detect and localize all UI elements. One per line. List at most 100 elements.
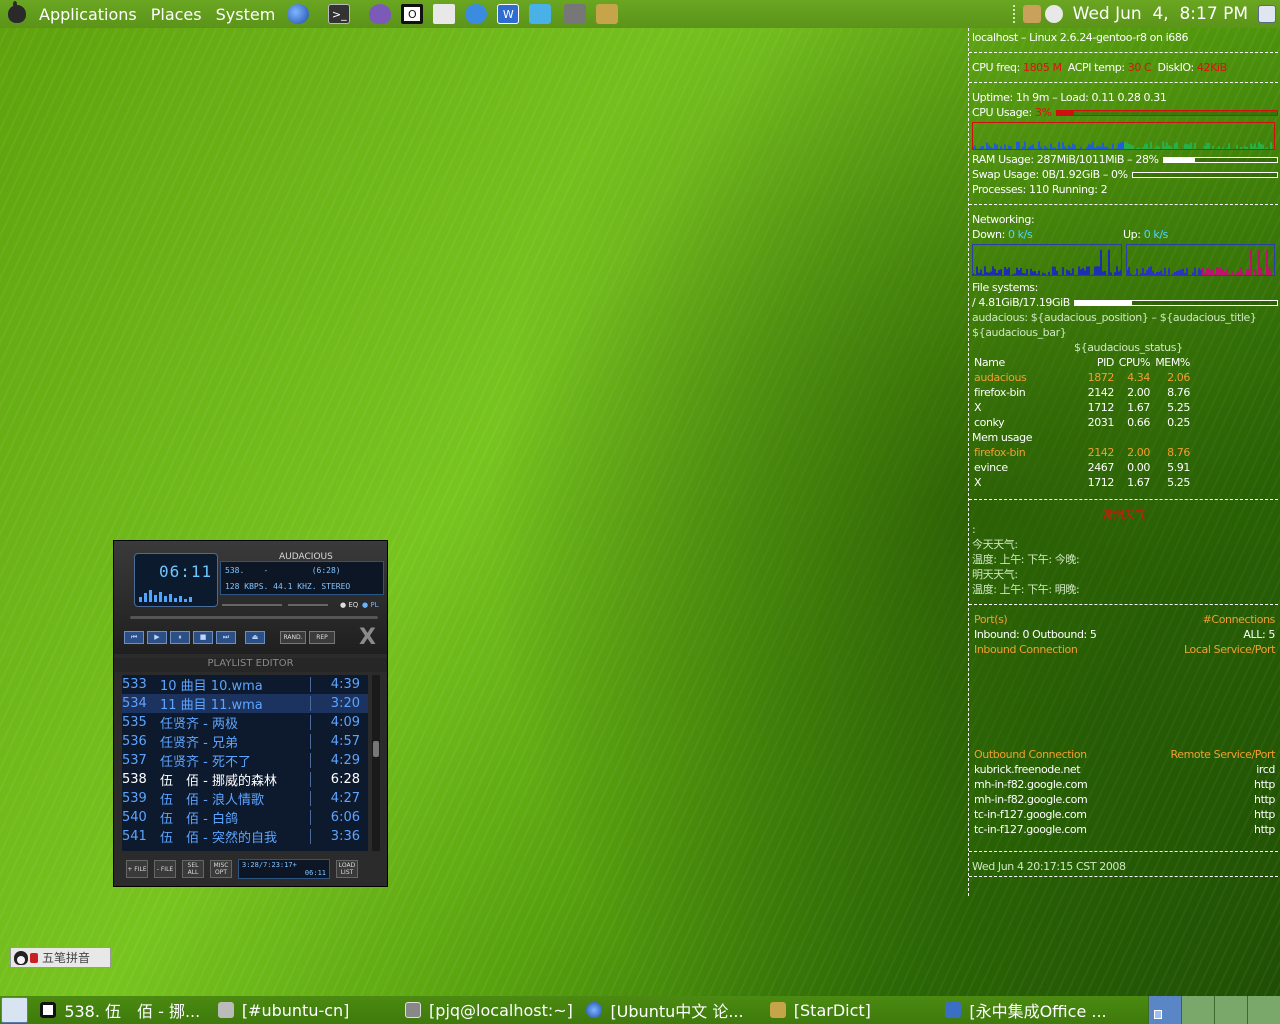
playlist-row-current[interactable]: 538 伍 佰 - 挪威的森林 6:28 xyxy=(122,770,368,789)
track-name: 伍 佰 - 挪威的森林 xyxy=(160,774,277,789)
remote-host: tc-in-f127.google.com xyxy=(974,808,1087,821)
mem-top-row: evince 2467 0.00 5.91 xyxy=(969,460,1278,475)
stardict-tray-icon[interactable] xyxy=(1022,5,1041,23)
conky-ram: RAM Usage: 287MiB/1011MiB – 28% xyxy=(969,152,1278,167)
playlist-row[interactable]: 535 任贤齐 - 两极 4:09 xyxy=(122,713,368,732)
cpu-usage-bar xyxy=(1055,109,1278,116)
playlist-row[interactable]: 536 任贤齐 - 兄弟 4:57 xyxy=(122,732,368,751)
audacious-icon[interactable]: O xyxy=(401,4,424,24)
remote-port: http xyxy=(1254,778,1275,791)
ram-usage-bar xyxy=(1162,156,1278,163)
task-irc[interactable]: [#ubuntu-cn] xyxy=(212,997,399,1023)
playlist-row-selected[interactable]: 534 11 曲目 11.wma 3:20 xyxy=(122,694,368,713)
vis-bar xyxy=(159,592,162,602)
pause-button[interactable]: ⏸ xyxy=(170,630,190,644)
track-duration: 4:29 xyxy=(310,753,364,768)
add-file-button[interactable]: + FILE xyxy=(126,860,148,878)
balance-slider[interactable] xyxy=(288,604,328,606)
tray-handle[interactable] xyxy=(1012,5,1017,23)
eject-button[interactable]: ⏏ xyxy=(245,630,265,644)
playlist-scroll-thumb[interactable] xyxy=(373,741,379,757)
penguin-icon[interactable] xyxy=(14,950,28,965)
playlist-info: 3:28/7:23:17+ 06:11 xyxy=(238,859,330,879)
cpu-usage-value: 3% xyxy=(1034,106,1052,119)
task-audacious[interactable]: 538. 伍 佰 - 挪... xyxy=(34,997,212,1023)
conky-host: localhost – Linux 2.6.24-gentoo-r8 on i6… xyxy=(972,31,1189,44)
connection-row: tc-in-f127.google.com http xyxy=(969,807,1278,822)
applications-menu[interactable]: Applications xyxy=(32,5,144,24)
workspace-3[interactable] xyxy=(1214,996,1247,1024)
next-button[interactable]: ⏭ xyxy=(216,630,236,644)
book-icon[interactable] xyxy=(596,4,619,24)
system-menu[interactable]: System xyxy=(209,5,283,24)
gnome-foot-icon[interactable] xyxy=(8,1,26,23)
task-firefox[interactable]: [Ubuntu中文 论... xyxy=(580,997,763,1023)
proc-mem: 5.25 xyxy=(1167,476,1190,489)
up-graph xyxy=(1125,244,1275,276)
divider xyxy=(969,52,1278,53)
ime-bar[interactable]: 五笔拼音 xyxy=(10,947,111,968)
vis-bar xyxy=(154,595,157,602)
show-desktop-tray-icon[interactable] xyxy=(1258,5,1276,23)
connection-row: tc-in-f127.google.com http xyxy=(969,822,1278,837)
terminal-icon[interactable]: >_ xyxy=(328,4,351,24)
playlist-scrollbar[interactable] xyxy=(372,675,380,851)
audacious-window: AUDACIOUS 06:11 538. - (6:28) 128 KBPS. … xyxy=(113,540,388,887)
ports-label: Port(s) xyxy=(974,613,1008,626)
playlist-row[interactable]: 537 任贤齐 - 死不了 4:29 xyxy=(122,751,368,770)
playlist-row[interactable]: 539 伍 佰 - 浪人情歌 4:27 xyxy=(122,789,368,808)
show-desktop-button[interactable] xyxy=(1,997,29,1023)
eq-toggle[interactable]: ● EQ xyxy=(340,601,358,609)
playlist-title[interactable]: PLAYLIST EDITOR xyxy=(114,658,387,672)
weather-today-temp: 温度: 上午: 下午: 今晚: xyxy=(972,553,1080,566)
ime-text[interactable]: 五笔拼音 xyxy=(42,949,90,966)
camera-icon[interactable] xyxy=(564,4,587,24)
task-office[interactable]: [永中集成Office ... xyxy=(939,997,1148,1023)
globe-icon[interactable] xyxy=(287,4,310,24)
proc-pid: 2031 xyxy=(1087,416,1115,429)
workspace-4[interactable] xyxy=(1247,996,1280,1024)
select-all-button[interactable]: SEL ALL xyxy=(182,860,204,878)
track-number: 538 xyxy=(122,772,147,787)
task-stardict[interactable]: [StarDict] xyxy=(764,997,940,1023)
down-value: 0 k/s xyxy=(1007,228,1033,241)
vis-bar xyxy=(164,596,167,602)
conky-fs-label: File systems: xyxy=(972,281,1038,294)
inbound-empty-area xyxy=(969,657,1278,747)
messenger-icon[interactable] xyxy=(465,4,488,24)
volume-slider[interactable] xyxy=(222,604,282,606)
places-menu[interactable]: Places xyxy=(144,5,209,24)
time-display[interactable]: 06:11 xyxy=(134,553,218,607)
network-icon[interactable] xyxy=(433,4,456,24)
weather-colon: : xyxy=(972,523,976,536)
workspace-2[interactable] xyxy=(1181,996,1214,1024)
acpi-label: ACPI temp: xyxy=(1067,61,1125,74)
stop-button[interactable]: ■ xyxy=(193,630,213,644)
audacious-main[interactable]: AUDACIOUS 06:11 538. - (6:28) 128 KBPS. … xyxy=(114,541,387,654)
pidgin-icon[interactable] xyxy=(369,4,392,24)
misc-options-button[interactable]: MISC OPT xyxy=(210,860,232,878)
track-name: 任贤齐 - 兄弟 xyxy=(160,736,238,751)
local-service-label: Local Service/Port xyxy=(1184,643,1275,656)
playlist-row[interactable]: 533 10 曲目 10.wma 4:39 xyxy=(122,675,368,694)
word-icon[interactable]: W xyxy=(497,4,520,24)
mem-usage-label: Mem usage xyxy=(972,431,1033,444)
remove-file-button[interactable]: - FILE xyxy=(154,860,176,878)
workspace-1[interactable] xyxy=(1148,996,1181,1024)
task-terminal[interactable]: [pjq@localhost:~] xyxy=(399,997,580,1023)
play-button[interactable]: ▶ xyxy=(147,630,167,644)
lock-icon[interactable] xyxy=(30,952,38,963)
diskio-label: DiskIO: xyxy=(1157,61,1195,74)
pl-toggle[interactable]: ● PL xyxy=(362,601,378,609)
clock[interactable]: Wed Jun 4, 8:17 PM xyxy=(1073,4,1248,24)
playlist-row[interactable]: 541 伍 佰 - 突然的自我 3:36 xyxy=(122,827,368,846)
load-list-button[interactable]: LOAD LIST xyxy=(336,860,358,878)
repeat-button[interactable]: REP xyxy=(309,630,335,644)
previous-button[interactable]: ⏮ xyxy=(124,630,144,644)
seek-bar[interactable] xyxy=(130,616,378,619)
shuffle-button[interactable]: RAND. xyxy=(280,630,306,644)
playlist-row[interactable]: 540 伍 佰 - 白鸽 6:06 xyxy=(122,808,368,827)
speaker-tray-icon[interactable] xyxy=(1044,5,1063,23)
puzzle-icon[interactable] xyxy=(529,4,552,24)
all-text: ALL: 5 xyxy=(1243,628,1275,641)
